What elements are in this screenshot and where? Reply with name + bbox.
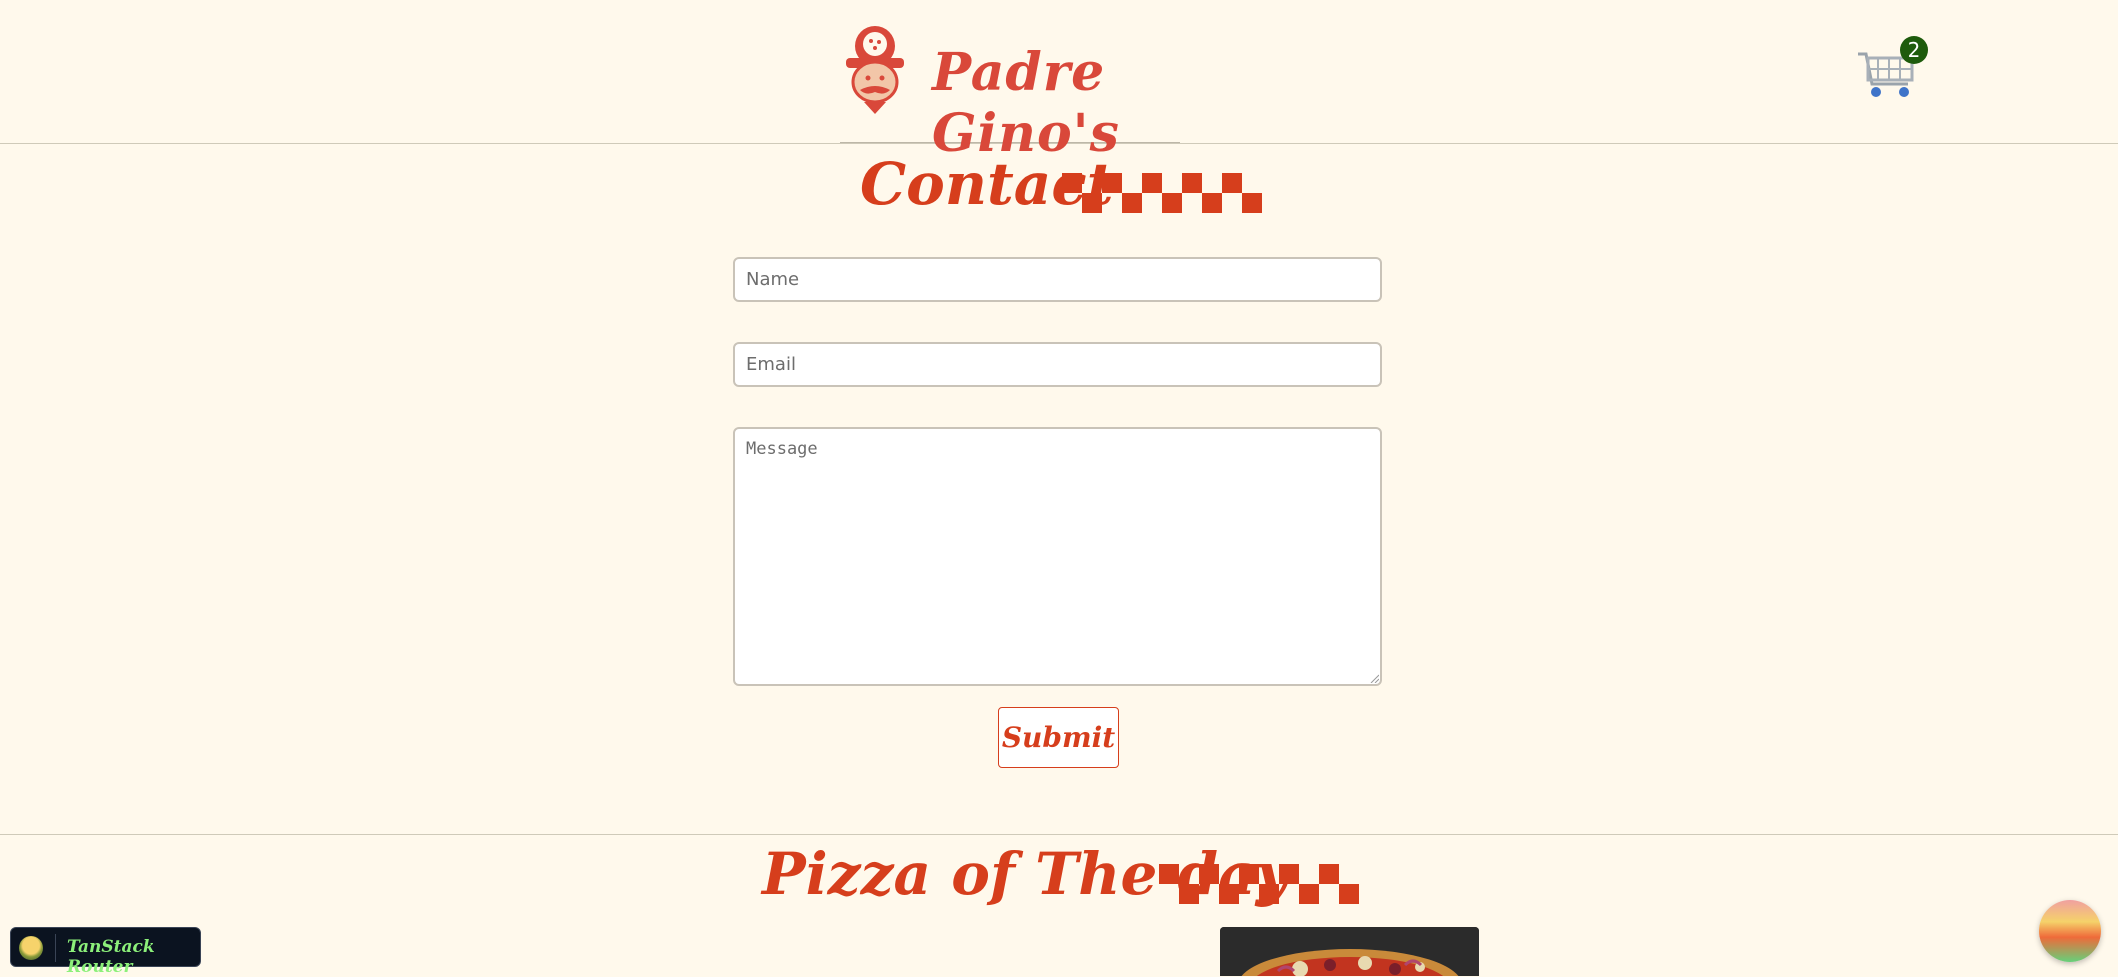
email-placeholder: Email [746, 354, 796, 375]
tanstack-logo-icon [19, 936, 43, 960]
resize-handle-icon[interactable] [1369, 673, 1379, 683]
site-header: Padre Gino's 2 [0, 0, 2118, 164]
brand-name: Padre Gino's [932, 42, 1120, 164]
pizza-of-the-day-image [1220, 927, 1479, 976]
devtools-separator [55, 934, 56, 962]
section-divider [0, 834, 2118, 835]
chef-logo-icon [846, 26, 904, 114]
name-placeholder: Name [746, 269, 800, 290]
email-input[interactable]: Email [733, 342, 1382, 387]
tanstack-router-devtools-button[interactable]: TanStack Router [10, 927, 201, 977]
checker-pattern-icon [1062, 173, 1262, 213]
pizza-icon [1220, 927, 1479, 976]
message-placeholder: Message [746, 439, 818, 459]
devtools-label: TanStack Router [67, 937, 155, 977]
name-input[interactable]: Name [733, 257, 1382, 302]
checker-pattern-icon [1159, 864, 1359, 904]
cart-count-badge: 2 [1900, 36, 1928, 64]
cart-button[interactable]: 2 [1856, 34, 1928, 104]
submit-button[interactable]: Submit [998, 707, 1119, 768]
message-textarea[interactable]: Message [733, 427, 1382, 686]
brand-link[interactable]: Padre Gino's [840, 22, 1180, 164]
query-devtools-button[interactable] [2039, 900, 2101, 962]
